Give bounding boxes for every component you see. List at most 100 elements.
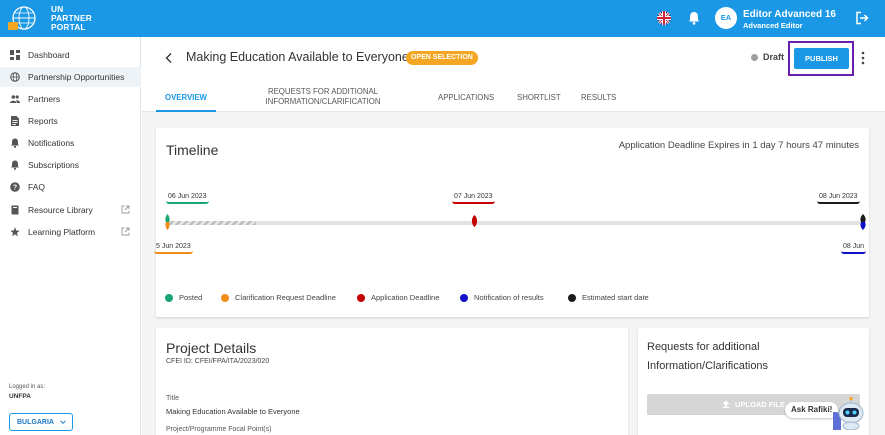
date-chip-notification-of-results: 08 Jun xyxy=(841,240,867,254)
focal-point-label: Project/Programme Focal Point(s) xyxy=(166,426,272,433)
tab-applications[interactable]: APPLICATIONS xyxy=(438,93,494,102)
legend-posted: Posted xyxy=(165,293,202,302)
bell-icon xyxy=(11,138,19,148)
report-icon xyxy=(11,116,19,126)
user-name: Editor Advanced 16 xyxy=(743,9,836,20)
sidebar-item-partnership-opportunities[interactable]: Partnership Opportunities xyxy=(0,67,141,87)
project-details-card: Project Details CFEI ID: CFEI/FPA/ITA/20… xyxy=(156,328,628,435)
deadline-countdown: Application Deadline Expires in 1 day 7 … xyxy=(618,140,859,151)
sidebar: Dashboard Partnership Opportunities Part… xyxy=(0,37,141,435)
sidebar-item-label: Learning Platform xyxy=(28,227,96,237)
sidebar-item-label: Resource Library xyxy=(28,205,93,215)
external-link-icon xyxy=(121,227,130,236)
logged-in-org: UNFPA xyxy=(9,393,31,400)
sidebar-item-dashboard[interactable]: Dashboard xyxy=(0,45,141,65)
tab-label-line-1: REQUESTS FOR ADDITIONAL xyxy=(267,87,379,96)
legend-application-deadline: Application Deadline xyxy=(357,293,439,302)
date-chip-application-deadline: 07 Jun 2023 xyxy=(452,190,495,204)
people-icon xyxy=(10,95,20,103)
legend-notification-of-results: Notification of results xyxy=(460,293,544,302)
draft-status-dot xyxy=(751,54,758,61)
uk-flag-icon[interactable] xyxy=(657,11,671,25)
sidebar-item-label: Partners xyxy=(28,94,61,104)
tab-requests-for-additional-information[interactable]: REQUESTS FOR ADDITIONAL INFORMATION/CLAR… xyxy=(260,87,386,107)
bell-icon[interactable] xyxy=(688,11,700,25)
tab-shortlist[interactable]: SHORTLIST xyxy=(517,93,561,102)
legend-estimated-start-date: Estimated start date xyxy=(568,293,649,302)
back-arrow-icon[interactable] xyxy=(164,52,174,64)
legend-dot xyxy=(357,293,365,302)
title-field-label: Title xyxy=(166,395,179,402)
sidebar-item-label: Subscriptions xyxy=(28,160,80,170)
requests-card-title: Requests for additional Information/Clar… xyxy=(647,341,769,372)
sidebar-item-label: Notifications xyxy=(28,138,75,148)
sidebar-item-label: FAQ xyxy=(28,182,46,192)
star-icon xyxy=(10,227,20,237)
country-select[interactable]: BULGARIA xyxy=(9,413,73,431)
sidebar-item-resource-library[interactable]: Resource Library xyxy=(0,200,141,220)
timeline-title: Timeline xyxy=(166,142,219,158)
tab-overview[interactable]: OVERVIEW xyxy=(165,93,207,102)
legend-label: Posted xyxy=(179,293,203,302)
help-icon: ? xyxy=(10,182,20,192)
sidebar-item-label: Dashboard xyxy=(28,50,70,60)
chatbot-robot-icon[interactable] xyxy=(833,396,869,430)
sidebar-item-faq[interactable]: ? FAQ xyxy=(0,177,141,197)
status-badge: OPEN SELECTION xyxy=(406,51,478,65)
dashboard-icon xyxy=(10,50,20,60)
ask-assistant-bubble[interactable]: Ask Rafiki! xyxy=(785,402,839,418)
project-details-title: Project Details xyxy=(166,340,257,356)
sidebar-item-notifications[interactable]: Notifications xyxy=(0,133,141,153)
sidebar-item-learning-platform[interactable]: Learning Platform xyxy=(0,222,141,242)
brand-line-3: PORTAL xyxy=(51,22,86,32)
globe-icon xyxy=(10,72,20,82)
sidebar-item-partners[interactable]: Partners xyxy=(0,89,141,109)
timeline-track xyxy=(166,221,860,225)
application-deadline-marker xyxy=(471,215,478,227)
subscriptions-icon xyxy=(11,160,19,170)
date-chip-clarification-deadline: 5 Jun 2023 xyxy=(154,240,193,254)
logged-in-label: Logged in as: xyxy=(9,384,46,390)
avatar[interactable]: EA xyxy=(715,7,737,29)
upload-icon xyxy=(722,400,730,408)
un-logo-icon[interactable] xyxy=(8,5,44,33)
legend-dot xyxy=(568,293,576,302)
legend-clarification-deadline: Clarification Request Deadline xyxy=(221,293,336,302)
timeline-card: Timeline Application Deadline Expires in… xyxy=(154,128,869,317)
legend-label: Application Deadline xyxy=(371,293,440,302)
book-icon xyxy=(11,205,19,215)
legend-label: Clarification Request Deadline xyxy=(235,293,336,302)
upload-file-label: UPLOAD FILE xyxy=(735,400,785,409)
user-role: Advanced Editor xyxy=(743,21,803,30)
main-content: Making Education Available to Everyone O… xyxy=(142,37,885,435)
svg-text:?: ? xyxy=(13,185,17,192)
legend-dot xyxy=(165,293,173,302)
sidebar-item-reports[interactable]: Reports xyxy=(0,111,141,131)
publish-button[interactable]: PUBLISH xyxy=(794,48,849,69)
date-chip-start-date: 08 Jun 2023 xyxy=(817,190,860,204)
sidebar-item-subscriptions[interactable]: Subscriptions xyxy=(0,155,141,175)
chevron-down-icon xyxy=(60,420,66,425)
legend-label: Notification of results xyxy=(474,293,544,302)
legend-dot xyxy=(460,293,468,302)
legend-label: Estimated start date xyxy=(582,293,649,302)
legend-dot xyxy=(221,293,229,302)
top-bar: UN PARTNER PORTAL EA Editor Advanced 16 … xyxy=(0,0,885,37)
sidebar-item-label: Partnership Opportunities xyxy=(28,72,125,82)
tab-label-line-2: INFORMATION/CLARIFICATION xyxy=(265,97,381,106)
page-title: Making Education Available to Everyone xyxy=(186,50,409,64)
cfei-id: CFEI ID: CFEI/FPA/ITA/2023/020 xyxy=(166,358,270,365)
draft-label: Draft xyxy=(763,52,785,62)
date-chip-posted: 06 Jun 2023 xyxy=(166,190,209,204)
start-date-marker xyxy=(860,214,866,230)
more-options-icon[interactable] xyxy=(861,51,865,65)
title-field-value: Making Education Available to Everyone xyxy=(166,407,300,416)
sidebar-item-label: Reports xyxy=(28,116,58,126)
active-tab-indicator xyxy=(156,110,216,112)
brand-name: UN PARTNER PORTAL xyxy=(51,5,92,32)
posted-marker xyxy=(165,214,170,230)
external-link-icon xyxy=(121,205,130,214)
tab-results[interactable]: RESULTS xyxy=(581,93,616,102)
page-header: Making Education Available to Everyone O… xyxy=(142,37,885,112)
logout-icon[interactable] xyxy=(855,11,869,25)
